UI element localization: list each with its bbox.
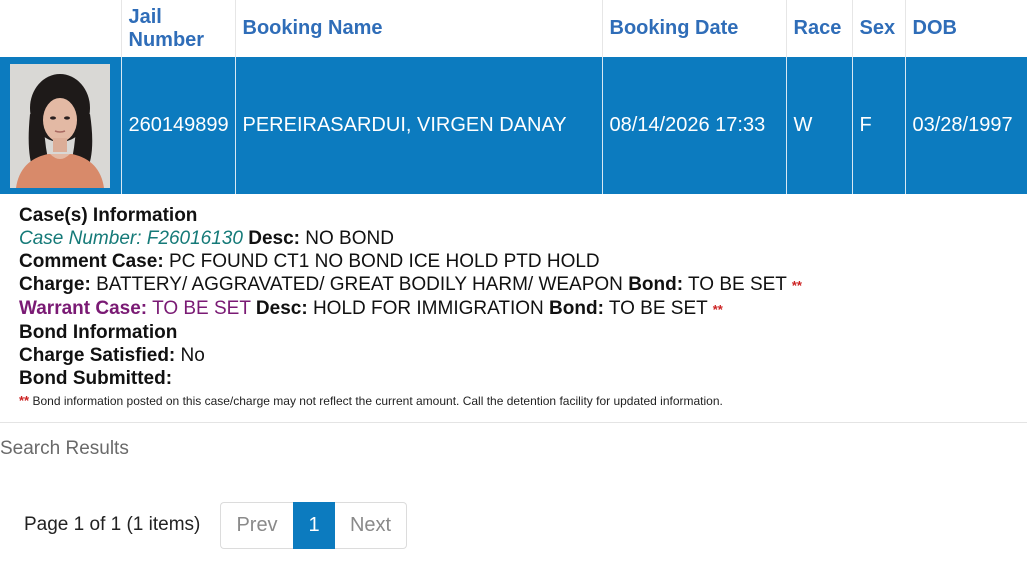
header-photo (0, 0, 122, 57)
section-divider (0, 422, 1027, 423)
warrant-label: Warrant Case: (19, 298, 148, 319)
header-booking-name[interactable]: Booking Name (235, 0, 603, 57)
table-row[interactable]: 260149899 PEREIRASARDUI, VIRGEN DANAY 08… (0, 57, 1027, 194)
charge-satisfied-value: No (180, 345, 205, 366)
bond-note-text: Bond information posted on this case/cha… (32, 394, 723, 408)
table-header-row: Jail Number Booking Name Booking Date Ra… (0, 0, 1027, 57)
case-info-panel: Case(s) Information Case Number: F260161… (19, 204, 802, 409)
header-race[interactable]: Race (786, 0, 853, 57)
comment-label: Comment Case: (19, 251, 164, 272)
warrant-value: TO BE SET (152, 298, 251, 319)
pagination-summary: Page 1 of 1 (1 items) (24, 514, 201, 535)
header-jail-number[interactable]: Jail Number (121, 0, 236, 57)
bond-info-title: Bond Information (19, 322, 178, 343)
charge-bond-value: TO BE SET (688, 274, 787, 295)
comment-row: Comment Case: PC FOUND CT1 NO BOND ICE H… (19, 250, 802, 273)
header-sex[interactable]: Sex (852, 0, 906, 57)
search-results-label: Search Results (0, 438, 129, 459)
warrant-row: Warrant Case: TO BE SET Desc: HOLD FOR I… (19, 297, 802, 321)
comment-value: PC FOUND CT1 NO BOND ICE HOLD PTD HOLD (168, 251, 600, 272)
prev-page-button[interactable]: Prev (220, 502, 293, 549)
mugshot-photo[interactable] (10, 63, 110, 188)
photo-cell (0, 57, 122, 194)
case-desc-value: NO BOND (305, 228, 394, 249)
bond-submitted-label: Bond Submitted: (19, 368, 173, 389)
charge-bond-stars: ** (791, 278, 802, 293)
case-info-title: Case(s) Information (19, 205, 198, 226)
cell-race[interactable]: W (786, 57, 853, 194)
current-page-button[interactable]: 1 (293, 502, 335, 549)
case-number-row: Case Number: F26016130 Desc: NO BOND (19, 227, 802, 250)
charge-satisfied-row: Charge Satisfied: No (19, 344, 802, 367)
case-number-value[interactable]: F26016130 (147, 228, 243, 249)
cell-booking-date[interactable]: 08/14/2026 17:33 (602, 57, 787, 194)
header-booking-date[interactable]: Booking Date (602, 0, 787, 57)
charge-satisfied-label: Charge Satisfied: (19, 345, 176, 366)
header-dob[interactable]: DOB (905, 0, 1027, 57)
warrant-desc-label: Desc: (255, 298, 308, 319)
warrant-bond-stars: ** (712, 302, 723, 317)
note-stars: ** (19, 393, 30, 408)
warrant-desc-value: HOLD FOR IMMIGRATION (312, 298, 544, 319)
charge-value: BATTERY/ AGGRAVATED/ GREAT BODILY HARM/ … (96, 274, 623, 295)
cell-sex[interactable]: F (852, 57, 906, 194)
cell-jail-number[interactable]: 260149899 (121, 57, 236, 194)
warrant-bond-value: TO BE SET (608, 298, 708, 319)
results-table: Jail Number Booking Name Booking Date Ra… (0, 0, 1027, 194)
charge-bond-label: Bond: (628, 274, 684, 295)
warrant-bond-label: Bond: (549, 298, 604, 319)
charge-label: Charge: (19, 274, 91, 295)
cell-dob[interactable]: 03/28/1997 (905, 57, 1027, 194)
next-page-button[interactable]: Next (335, 502, 407, 549)
cell-booking-name[interactable]: PEREIRASARDUI, VIRGEN DANAY (235, 57, 603, 194)
bond-note-row: ** Bond information posted on this case/… (19, 393, 802, 409)
charge-row: Charge: BATTERY/ AGGRAVATED/ GREAT BODIL… (19, 273, 802, 297)
pagination: Prev 1 Next (220, 502, 407, 549)
case-number-label: Case Number: (19, 228, 142, 249)
case-desc-label: Desc: (248, 228, 300, 249)
